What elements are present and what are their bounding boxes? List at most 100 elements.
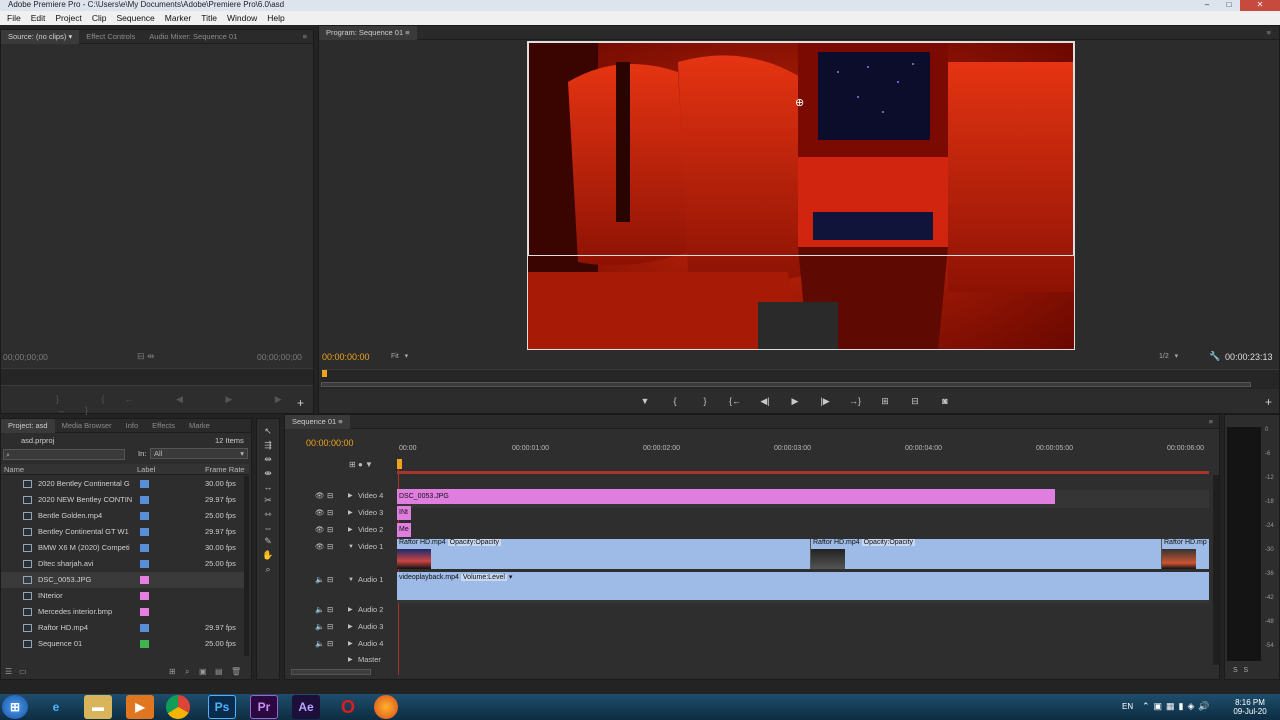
timeline-ruler[interactable]: 00:00 00:00:01:00 00:00:02:00 00:00:03:00 00… bbox=[397, 445, 1209, 473]
lift-button[interactable]: ⊞ bbox=[875, 393, 895, 409]
clip-v1-a[interactable]: Raftor HD.mp4 Opacity:Opacity bbox=[397, 539, 809, 569]
add-button[interactable]: + bbox=[1265, 395, 1272, 409]
after-effects-icon[interactable]: Ae bbox=[292, 695, 320, 719]
column-name[interactable]: Name bbox=[4, 465, 24, 474]
premiere-icon[interactable]: Pr bbox=[250, 695, 278, 719]
label-swatch[interactable] bbox=[140, 480, 149, 488]
selection-tool-icon[interactable]: ↖ bbox=[264, 426, 272, 437]
razor-tool-icon[interactable]: ✂ bbox=[264, 495, 272, 506]
project-item[interactable]: Sequence 01 25.00 fps bbox=[1, 636, 249, 652]
project-item[interactable]: 2020 Bentley Continental G 30.00 fps bbox=[1, 476, 249, 492]
add-button[interactable]: + bbox=[297, 396, 304, 410]
clip-v4[interactable]: DSC_0053.JPG bbox=[397, 489, 1055, 504]
speaker-icon[interactable]: 🔈 bbox=[315, 602, 324, 618]
menu-clip[interactable]: Clip bbox=[87, 13, 112, 23]
project-item[interactable]: DSC_0053.JPG bbox=[1, 572, 249, 588]
icon-view-icon[interactable]: ▭ bbox=[19, 667, 27, 676]
sync-lock-icon[interactable]: ⊟ bbox=[327, 488, 333, 504]
in-filter-dropdown[interactable]: All ▾ bbox=[150, 448, 248, 459]
zoom-scrollbar[interactable] bbox=[321, 382, 1251, 387]
explorer-icon[interactable]: ▬ bbox=[84, 695, 112, 719]
label-swatch[interactable] bbox=[140, 512, 149, 520]
expand-triangle-icon[interactable]: ▶ bbox=[348, 602, 353, 618]
playhead[interactable] bbox=[322, 370, 327, 377]
eye-icon[interactable]: 👁 bbox=[315, 522, 325, 538]
zoom-tool-icon[interactable]: ⌕ bbox=[265, 564, 270, 575]
speaker-icon[interactable]: 🔈 bbox=[315, 636, 324, 652]
clip-v1-c[interactable]: Raftor HD.mp bbox=[1161, 539, 1209, 569]
clip-v3[interactable]: INt bbox=[397, 506, 411, 520]
project-item[interactable]: Bentle Golden.mp4 25.00 fps bbox=[1, 508, 249, 524]
column-label[interactable]: Label bbox=[137, 465, 155, 474]
new-bin-icon[interactable]: ▣ bbox=[199, 667, 207, 676]
resolution-dropdown[interactable]: 1/2 ▾ bbox=[1159, 352, 1178, 360]
timeline-zoom-slider[interactable] bbox=[291, 669, 371, 675]
sync-lock-icon[interactable]: ⊟ bbox=[327, 539, 333, 555]
maximize-button[interactable]: □ bbox=[1218, 0, 1240, 11]
anchor-point-icon[interactable]: ⊕ bbox=[795, 96, 804, 109]
project-item[interactable]: Bentley Continental GT W1 29.97 fps bbox=[1, 524, 249, 540]
extract-button[interactable]: ⊟ bbox=[905, 393, 925, 409]
slip-tool-icon[interactable]: ⇿ bbox=[264, 509, 272, 520]
tab-program[interactable]: Program: Sequence 01 ≡ bbox=[319, 25, 417, 40]
minimize-button[interactable]: – bbox=[1196, 0, 1218, 11]
label-swatch[interactable] bbox=[140, 576, 149, 584]
project-search-input[interactable]: ⌕ bbox=[3, 449, 125, 460]
close-button[interactable]: ✕ bbox=[1240, 0, 1280, 11]
solo-buttons[interactable]: S S bbox=[1233, 667, 1248, 674]
rate-stretch-tool-icon[interactable]: ↔ bbox=[264, 482, 273, 492]
timeline-timecode[interactable]: 00:00:00:00 bbox=[306, 438, 354, 448]
project-item[interactable]: Dltec sharjah.avi 25.00 fps bbox=[1, 556, 249, 572]
label-swatch[interactable] bbox=[140, 592, 149, 600]
source-scrubber[interactable] bbox=[1, 368, 313, 386]
label-swatch[interactable] bbox=[140, 640, 149, 648]
expand-triangle-icon[interactable]: ▶ bbox=[348, 652, 353, 668]
automate-icon[interactable]: ⊞ bbox=[169, 667, 176, 676]
eye-icon[interactable]: 👁 bbox=[315, 505, 325, 521]
firefox-icon[interactable] bbox=[374, 695, 398, 719]
mark-out-button[interactable]: } bbox=[695, 393, 715, 409]
expand-triangle-icon[interactable]: ▶ bbox=[348, 619, 353, 635]
media-player-icon[interactable]: ▶ bbox=[126, 695, 154, 719]
timeline-vscrollbar[interactable] bbox=[1213, 475, 1219, 665]
clip-v2[interactable]: Me bbox=[397, 523, 411, 537]
source-timecode-out[interactable]: 00;00;00;00 bbox=[257, 352, 302, 362]
sync-lock-icon[interactable]: ⊟ bbox=[327, 636, 333, 652]
hand-tool-icon[interactable]: ✋ bbox=[262, 550, 273, 561]
fit-dropdown[interactable]: Fit ▾ bbox=[391, 352, 431, 362]
program-scrubber[interactable] bbox=[321, 369, 1279, 389]
eye-icon[interactable]: 👁 bbox=[315, 488, 325, 504]
wrench-icon[interactable]: 🔧 bbox=[1209, 351, 1220, 362]
label-swatch[interactable] bbox=[140, 560, 149, 568]
sync-lock-icon[interactable]: ⊟ bbox=[327, 602, 333, 618]
play-button[interactable]: ▶ bbox=[785, 393, 805, 409]
column-frame-rate[interactable]: Frame Rate bbox=[205, 465, 245, 474]
collapse-triangle-icon[interactable]: ▼ bbox=[348, 539, 354, 555]
marker-button[interactable]: ▼ bbox=[635, 393, 655, 409]
clip-v1-b[interactable]: Raftor HD.mp4 Opacity:Opacity bbox=[810, 539, 1160, 569]
sync-lock-icon[interactable]: ⊟ bbox=[327, 522, 333, 538]
opera-icon[interactable]: O bbox=[334, 695, 362, 719]
fit-icon[interactable]: ⊟ ⇹ bbox=[137, 351, 155, 362]
eye-icon[interactable]: 👁 bbox=[315, 539, 325, 555]
project-item[interactable]: Mercedes interior.bmp bbox=[1, 604, 249, 620]
menu-project[interactable]: Project bbox=[50, 13, 86, 23]
tab-source[interactable]: Source: (no clips) ▾ bbox=[1, 29, 80, 44]
export-frame-button[interactable]: ◙ bbox=[935, 393, 955, 409]
track-select-tool-icon[interactable]: ⇶ bbox=[264, 440, 272, 451]
mark-in-button[interactable]: { bbox=[665, 393, 685, 409]
menu-help[interactable]: Help bbox=[262, 13, 289, 23]
panel-menu-icon[interactable]: ≡ bbox=[1209, 417, 1219, 426]
project-scrollbar[interactable] bbox=[244, 476, 249, 656]
expand-triangle-icon[interactable]: ▶ bbox=[348, 488, 353, 504]
program-video-frame[interactable]: ⊕ bbox=[527, 41, 1075, 350]
tab-sequence[interactable]: Sequence 01 ≡ bbox=[285, 414, 350, 429]
collapse-triangle-icon[interactable]: ▼ bbox=[348, 572, 354, 588]
source-timecode-in[interactable]: 00;00;00;00 bbox=[3, 352, 48, 362]
menu-file[interactable]: File bbox=[2, 13, 26, 23]
tab-audio-mixer[interactable]: Audio Mixer: Sequence 01 bbox=[142, 30, 244, 44]
menu-marker[interactable]: Marker bbox=[160, 13, 196, 23]
language-indicator[interactable]: EN bbox=[1122, 702, 1133, 711]
ie-icon[interactable]: e bbox=[42, 695, 70, 719]
video-1-lane[interactable]: Raftor HD.mp4 Opacity:Opacity Raftor HD.… bbox=[397, 539, 1209, 569]
